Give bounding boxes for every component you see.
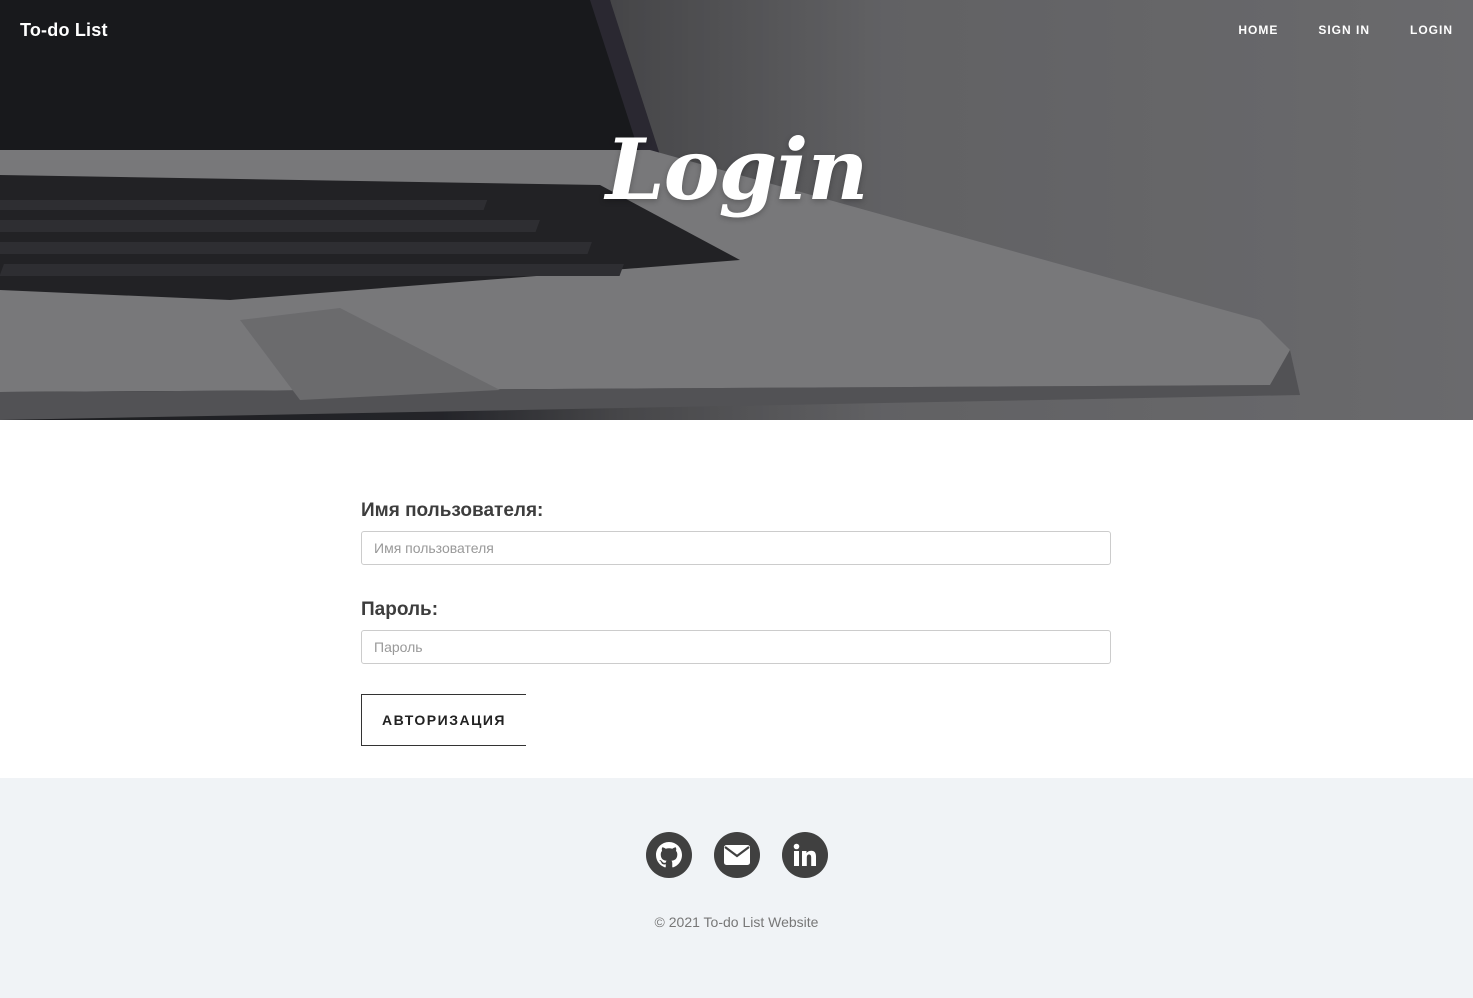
login-form: Имя пользователя: Пароль: АВТОРИЗАЦИЯ <box>361 500 1111 746</box>
username-label: Имя пользователя: <box>361 500 544 521</box>
password-label: Пароль: <box>361 599 439 620</box>
navbar: To-do List Home Sign in Login <box>0 0 1473 60</box>
github-link[interactable] <box>645 832 692 878</box>
github-icon <box>655 842 682 868</box>
brand-logo[interactable]: To-do List <box>20 20 108 41</box>
nav-link-sign-in[interactable]: Sign in <box>1318 23 1370 37</box>
nav-links: Home Sign in Login <box>1238 23 1453 37</box>
linkedin-link[interactable] <box>781 832 828 878</box>
password-group: Пароль: <box>361 599 1111 664</box>
submit-button[interactable]: АВТОРИЗАЦИЯ <box>361 694 526 746</box>
nav-link-home[interactable]: Home <box>1238 23 1278 37</box>
envelope-icon <box>723 845 750 865</box>
social-links <box>0 832 1473 878</box>
copyright-text: © 2021 To-do List Website <box>654 914 819 930</box>
password-input[interactable] <box>361 630 1111 664</box>
hero-header: To-do List Home Sign in Login Login <box>0 0 1473 420</box>
nav-link-login[interactable]: Login <box>1410 23 1453 37</box>
username-group: Имя пользователя: <box>361 500 1111 565</box>
username-input[interactable] <box>361 531 1111 565</box>
footer: © 2021 To-do List Website <box>0 778 1473 998</box>
page-title: Login <box>605 120 869 219</box>
email-link[interactable] <box>713 832 760 878</box>
linkedin-icon <box>793 843 816 866</box>
